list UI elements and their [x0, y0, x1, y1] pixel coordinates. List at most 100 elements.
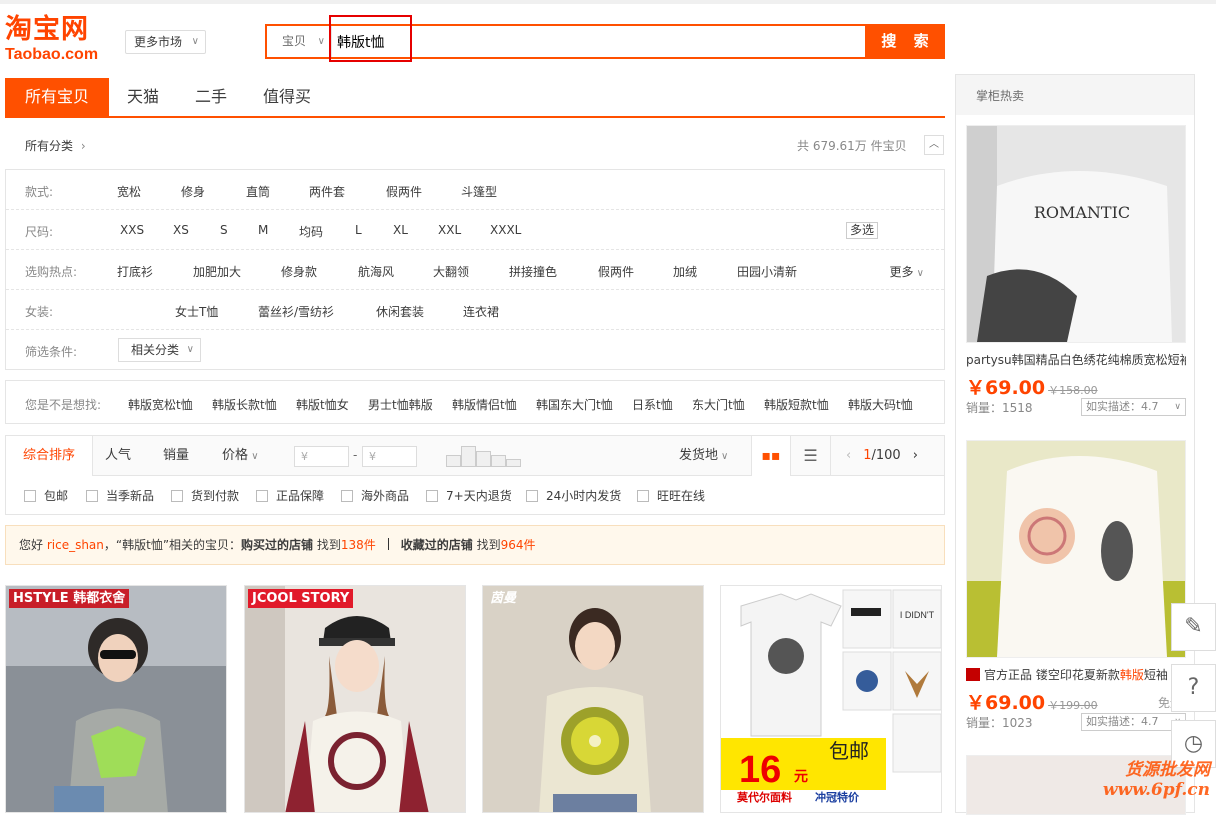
suggestion-link[interactable]: 韩版宽松t恤 — [128, 396, 193, 413]
filter-option[interactable]: 假两件 — [386, 183, 422, 200]
suggestion-link[interactable]: 韩版短款t恤 — [764, 396, 829, 413]
filter-option[interactable]: XXXL — [490, 223, 521, 237]
filter-option[interactable]: 两件套 — [309, 183, 345, 200]
notice-user-link[interactable]: rice_shan — [47, 538, 104, 552]
suggestion-link[interactable]: 男士t恤韩版 — [368, 396, 433, 413]
filter-option[interactable]: XS — [173, 223, 189, 237]
tab-secondhand[interactable]: 二手 — [177, 78, 245, 116]
ship-from-dropdown[interactable]: 发货地 ∨ — [679, 436, 728, 477]
price-range-histogram[interactable] — [446, 446, 522, 467]
sidebar-product-title[interactable]: partysu韩国精品白色绣花纯棉质宽松短袖 — [966, 351, 1186, 367]
filter-option[interactable]: 修身 — [181, 183, 205, 200]
original-price: ￥199.00 — [1048, 699, 1098, 712]
filter-option[interactable]: 加肥加大 — [193, 263, 241, 280]
more-options-button[interactable]: 更多 ∨ — [889, 263, 924, 280]
price-min-input[interactable]: ¥ — [294, 446, 349, 467]
filter-option[interactable]: L — [355, 223, 362, 237]
search-input[interactable] — [337, 28, 857, 55]
sort-default[interactable]: 综合排序 — [6, 436, 94, 476]
product-card[interactable]: JCOOL STORY — [244, 585, 466, 813]
collapse-button[interactable]: ︿ — [924, 135, 944, 155]
prev-page-icon[interactable]: ‹ — [846, 448, 851, 463]
notice-count-fav[interactable]: 964件 — [501, 538, 536, 552]
filter-option[interactable]: XXL — [438, 223, 461, 237]
filter-option[interactable]: 连衣裙 — [463, 303, 499, 320]
filter-option[interactable]: 航海风 — [358, 263, 394, 280]
sort-popularity[interactable]: 人气 — [105, 436, 131, 476]
edit-icon[interactable]: ✎ — [1171, 603, 1216, 651]
brand-badge: HSTYLE 韩都衣舍 — [9, 589, 130, 608]
filter-option[interactable]: 大翻领 — [433, 263, 469, 280]
tab-worth-buying[interactable]: 值得买 — [245, 78, 329, 116]
sidebar-product-title[interactable]: 官方正品 镂空印花夏新款韩版短袖 — [966, 666, 1186, 682]
chevron-down-icon: ∨ — [1174, 402, 1181, 412]
search-type-select[interactable]: 宝贝 ∨ — [267, 26, 332, 57]
suggestion-link[interactable]: 韩版大码t恤 — [848, 396, 913, 413]
search-button[interactable]: 搜 索 — [865, 24, 945, 59]
list-view-icon[interactable]: ☰ — [791, 436, 831, 476]
checkbox-wangwang-online[interactable]: 旺旺在线 — [637, 487, 705, 504]
sidebar-product[interactable]: 官方正品 镂空印花夏新款韩版短袖 ￥69.00 ￥199.00 免运 销量：1023… — [966, 440, 1186, 732]
sort-sales[interactable]: 销量 — [163, 436, 189, 476]
filter-option[interactable]: 假两件 — [598, 263, 634, 280]
checkbox-label: 7+天内退货 — [446, 489, 512, 503]
filter-option[interactable]: 打底衫 — [117, 263, 153, 280]
checkbox-overseas[interactable]: 海外商品 — [341, 487, 409, 504]
next-page-icon[interactable]: › — [913, 448, 918, 463]
suggestion-link[interactable]: 韩版情侣t恤 — [452, 396, 517, 413]
filter-option[interactable]: 直筒 — [246, 183, 270, 200]
top-border — [0, 0, 1216, 4]
filter-option[interactable]: 拼接撞色 — [509, 263, 557, 280]
sort-price[interactable]: 价格 ∨ — [222, 436, 259, 476]
filter-option[interactable]: 加绒 — [673, 263, 697, 280]
sales-count: 销量：1023 — [966, 716, 1033, 730]
product-card[interactable]: 茵曼 — [482, 585, 704, 813]
product-card[interactable]: HSTYLE 韩都衣舍 — [5, 585, 227, 813]
notice-fav-shops[interactable]: 收藏过的店铺 — [401, 538, 473, 552]
suggestion-link[interactable]: 东大门t恤 — [692, 396, 745, 413]
notice-bought-shops[interactable]: 购买过的店铺 — [241, 538, 313, 552]
breadcrumb[interactable]: 所有分类 › — [25, 137, 86, 154]
filter-option[interactable]: XL — [393, 223, 408, 237]
filter-option[interactable]: S — [220, 223, 228, 237]
filter-option[interactable]: 修身款 — [281, 263, 317, 280]
checkbox-24h-ship[interactable]: 24小时内发货 — [526, 487, 621, 504]
price-max-input[interactable]: ¥ — [362, 446, 417, 467]
checkbox-label: 货到付款 — [191, 489, 240, 503]
checkbox-7day-return[interactable]: 7+天内退货 — [426, 487, 512, 504]
more-markets-dropdown[interactable]: 更多市场 ∨ — [125, 30, 206, 54]
grid-view-icon[interactable]: ▪▪ — [751, 436, 791, 476]
suggestion-link[interactable]: 韩版t恤女 — [296, 396, 349, 413]
related-category-dropdown[interactable]: 相关分类 ∨ — [118, 338, 201, 362]
filter-option[interactable]: 休闲套装 — [376, 303, 424, 320]
price-bar — [491, 455, 506, 467]
sidebar-product-image[interactable] — [966, 440, 1186, 658]
filter-option[interactable]: 斗篷型 — [461, 183, 497, 200]
tab-tmall[interactable]: 天猫 — [109, 78, 177, 116]
suggestion-link[interactable]: 韩版长款t恤 — [212, 396, 277, 413]
rating-dropdown[interactable]: 如实描述：4.7 ∨ — [1081, 398, 1186, 416]
filter-option[interactable]: 蕾丝衫/雪纺衫 — [258, 303, 334, 320]
sidebar-product[interactable]: ROMANTIC partysu韩国精品白色绣花纯棉质宽松短袖 ￥69.00 ￥1… — [966, 125, 1186, 417]
product-card[interactable]: I DIDN'T 16 元 包邮 莫代尔面料 冲冠特价 — [720, 585, 942, 813]
taobao-logo[interactable]: 淘宝网 Taobao.com — [5, 14, 115, 68]
filter-option[interactable]: 田园小清新 — [737, 263, 797, 280]
checkbox-new-season[interactable]: 当季新品 — [86, 487, 154, 504]
filter-option[interactable]: XXS — [120, 223, 144, 237]
checkbox-genuine[interactable]: 正品保障 — [256, 487, 324, 504]
filter-option[interactable]: 女士T恤 — [175, 303, 218, 320]
title-pre: 官方正品 镂空印花夏新款 — [984, 668, 1120, 682]
filter-option[interactable]: M — [258, 223, 268, 237]
tab-all-items[interactable]: 所有宝贝 — [5, 78, 110, 116]
help-icon[interactable]: ? — [1171, 664, 1216, 712]
multi-select-button[interactable]: 多选 — [846, 222, 879, 239]
checkbox-free-shipping[interactable]: 包邮 — [24, 487, 68, 504]
filter-panel: 款式: 宽松 修身 直筒 两件套 假两件 斗篷型 尺码: XXS XS S M … — [5, 169, 945, 370]
suggestion-link[interactable]: 韩国东大门t恤 — [536, 396, 613, 413]
checkbox-cod[interactable]: 货到付款 — [171, 487, 239, 504]
suggestion-link[interactable]: 日系t恤 — [632, 396, 673, 413]
filter-option[interactable]: 宽松 — [117, 183, 141, 200]
filter-option[interactable]: 均码 — [299, 223, 323, 240]
notice-count-bought[interactable]: 138件 — [341, 538, 376, 552]
sidebar-product-image[interactable]: ROMANTIC — [966, 125, 1186, 343]
